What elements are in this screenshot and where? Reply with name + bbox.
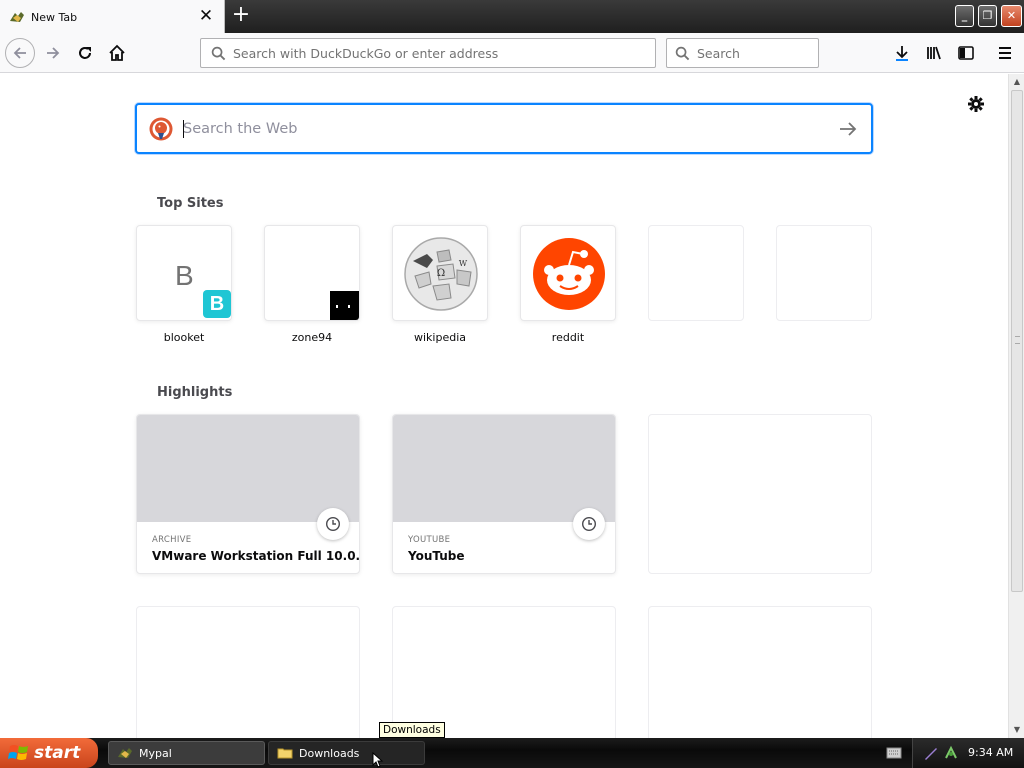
start-label: start bbox=[34, 743, 81, 763]
library-icon bbox=[927, 46, 941, 60]
network-icon[interactable] bbox=[943, 745, 959, 761]
window-close-button[interactable]: ✕ bbox=[1001, 5, 1022, 27]
highlights-heading: Highlights bbox=[157, 385, 233, 400]
scroll-up-arrow-icon[interactable]: ▲ bbox=[1011, 76, 1023, 88]
hamburger-menu-icon bbox=[999, 47, 1011, 59]
folder-icon bbox=[277, 748, 293, 759]
taskbar-item-downloads[interactable]: Downloads bbox=[268, 741, 425, 765]
svg-text:Ω: Ω bbox=[437, 268, 445, 279]
window-restore-button[interactable]: ❐ bbox=[978, 5, 997, 27]
top-site-tile[interactable]: Ω W bbox=[392, 225, 488, 321]
highlight-title: VMware Workstation Full 10.0.2 ... bbox=[152, 549, 360, 563]
home-icon bbox=[109, 44, 125, 61]
tab-title: New Tab bbox=[31, 10, 78, 24]
top-site-empty bbox=[648, 225, 744, 321]
pen-icon[interactable] bbox=[923, 745, 939, 761]
site-letter: B bbox=[175, 260, 194, 291]
search-icon bbox=[675, 46, 690, 61]
system-tray: 9:34 AM bbox=[886, 738, 1024, 768]
gear-icon[interactable] bbox=[966, 94, 986, 114]
history-clock-icon bbox=[317, 508, 349, 540]
top-site-blooket[interactable]: B B blooket bbox=[136, 225, 232, 344]
taskbar: start Mypal Downloads 9:34 AM bbox=[0, 738, 1024, 768]
forward-arrow-icon bbox=[47, 47, 60, 59]
search-input[interactable]: Search bbox=[697, 46, 740, 61]
sidebar-button[interactable] bbox=[954, 41, 978, 65]
top-sites-heading: Top Sites bbox=[157, 196, 224, 211]
top-site-label: zone94 bbox=[291, 331, 333, 344]
library-button[interactable] bbox=[922, 41, 946, 65]
highlight-card[interactable]: ARCHIVE VMware Workstation Full 10.0.2 .… bbox=[136, 414, 360, 574]
highlight-placeholder bbox=[136, 606, 360, 738]
highlight-source: ARCHIVE bbox=[152, 535, 192, 545]
reddit-icon bbox=[533, 238, 605, 310]
top-site-tile[interactable] bbox=[520, 225, 616, 321]
taskbar-item-label: Downloads bbox=[299, 746, 360, 760]
tab-strip: New Tab ✕ + _ ❐ ✕ bbox=[0, 0, 1024, 34]
reload-button[interactable] bbox=[73, 41, 97, 65]
window-minimize-button[interactable]: _ bbox=[955, 5, 974, 27]
top-site-label: blooket bbox=[163, 331, 205, 344]
start-button[interactable]: start bbox=[0, 738, 98, 768]
back-arrow-icon bbox=[13, 47, 26, 59]
taskbar-item-mypal[interactable]: Mypal bbox=[108, 741, 265, 765]
top-site-label: reddit bbox=[551, 331, 585, 344]
vertical-scrollbar[interactable]: ▲ ▼ bbox=[1008, 74, 1024, 738]
search-bar[interactable]: Search bbox=[666, 38, 819, 68]
wikipedia-globe-icon: Ω W bbox=[404, 237, 478, 311]
url-input[interactable]: Search with DuckDuckGo or enter address bbox=[233, 46, 498, 61]
mouse-cursor-icon bbox=[372, 752, 384, 768]
top-site-label: wikipedia bbox=[413, 331, 466, 344]
web-search-input[interactable]: Search the Web bbox=[183, 121, 297, 137]
duckduckgo-icon bbox=[149, 117, 173, 141]
zone94-icon bbox=[327, 288, 359, 320]
download-icon bbox=[896, 46, 908, 61]
highlight-placeholder bbox=[392, 606, 616, 738]
top-site-reddit[interactable]: reddit bbox=[520, 225, 616, 344]
reload-icon bbox=[79, 47, 91, 59]
new-tab-button[interactable]: + bbox=[229, 4, 253, 28]
web-search-box[interactable]: Search the Web bbox=[135, 103, 873, 154]
tooltip: Downloads bbox=[379, 722, 445, 738]
top-site-placeholder bbox=[776, 225, 872, 321]
highlight-thumbnail bbox=[137, 415, 359, 522]
top-site-tile[interactable]: B B bbox=[136, 225, 232, 321]
svg-text:W: W bbox=[459, 259, 468, 268]
scrollbar-thumb[interactable] bbox=[1011, 90, 1023, 592]
tab-new-tab[interactable]: New Tab ✕ bbox=[0, 0, 225, 34]
arrow-right-icon[interactable] bbox=[837, 118, 859, 140]
taskbar-item-label: Mypal bbox=[139, 746, 172, 760]
highlight-placeholder bbox=[648, 414, 872, 574]
history-clock-icon bbox=[573, 508, 605, 540]
top-site-wikipedia[interactable]: Ω W wikipedia bbox=[392, 225, 488, 344]
mypal-favicon-icon bbox=[10, 12, 24, 22]
menu-button[interactable] bbox=[993, 41, 1017, 65]
highlight-card[interactable]: YOUTUBE YouTube bbox=[392, 414, 616, 574]
top-site-placeholder bbox=[648, 225, 744, 321]
search-icon bbox=[211, 46, 226, 61]
highlight-placeholder bbox=[648, 606, 872, 738]
top-site-tile[interactable] bbox=[264, 225, 360, 321]
navigation-toolbar: Search with DuckDuckGo or enter address … bbox=[0, 33, 1024, 73]
home-button[interactable] bbox=[105, 41, 129, 65]
sidebar-icon bbox=[958, 46, 974, 60]
tab-close-icon[interactable]: ✕ bbox=[198, 8, 214, 25]
clock: 9:34 AM bbox=[968, 746, 1014, 759]
url-bar[interactable]: Search with DuckDuckGo or enter address bbox=[200, 38, 656, 68]
highlight-title: YouTube bbox=[408, 549, 465, 563]
highlight-source: YOUTUBE bbox=[408, 535, 451, 545]
forward-button[interactable] bbox=[41, 41, 65, 65]
highlight-thumbnail bbox=[393, 415, 615, 522]
windows-flag-icon bbox=[8, 745, 28, 760]
scroll-down-arrow-icon[interactable]: ▼ bbox=[1011, 724, 1023, 736]
top-site-empty bbox=[776, 225, 872, 321]
top-site-zone94[interactable]: zone94 bbox=[264, 225, 360, 344]
keyboard-icon[interactable] bbox=[886, 746, 902, 760]
new-tab-page: Search the Web Top Sites B B blooket zon… bbox=[0, 74, 1008, 738]
back-button[interactable] bbox=[5, 38, 35, 68]
scrollbar-grip bbox=[1015, 336, 1020, 344]
downloads-button[interactable] bbox=[890, 41, 914, 65]
mypal-icon bbox=[118, 748, 132, 758]
blooket-icon: B bbox=[201, 288, 231, 320]
